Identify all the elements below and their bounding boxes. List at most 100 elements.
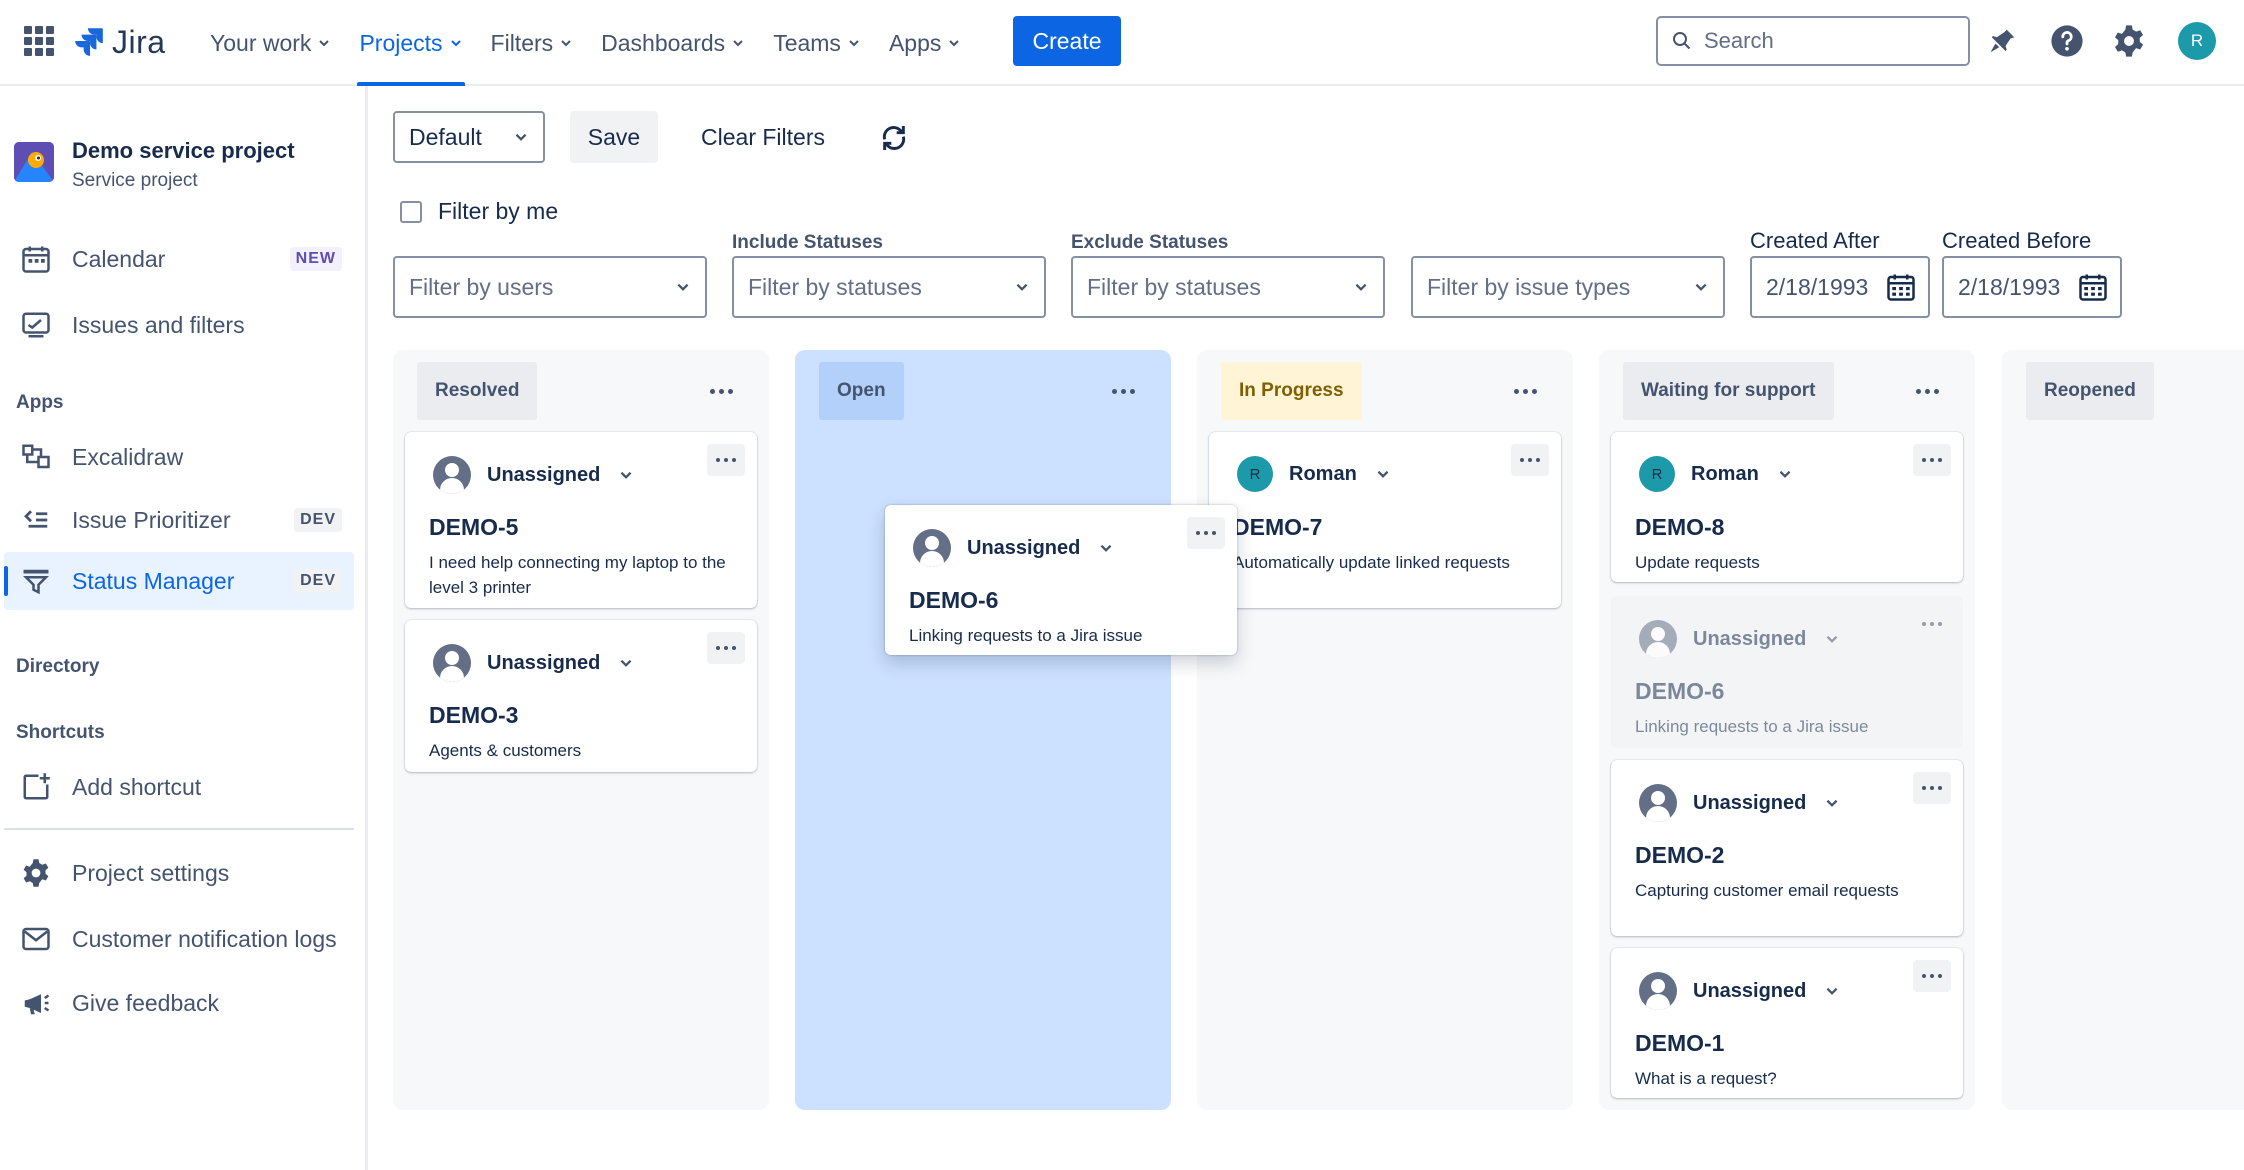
issue-types-select[interactable]: Filter by issue types bbox=[1411, 256, 1725, 318]
include-statuses-label: Include Statuses bbox=[732, 232, 883, 253]
nav-projects[interactable]: Projects bbox=[345, 0, 476, 86]
sidebar-item-calendar[interactable]: Calendar NEW bbox=[4, 230, 354, 288]
sidebar-item-issues-and-filters[interactable]: Issues and filters bbox=[4, 296, 354, 354]
project-avatar-icon bbox=[14, 142, 54, 182]
card-more-icon[interactable] bbox=[707, 632, 745, 664]
assignee-select[interactable]: Unassigned bbox=[1639, 972, 1840, 1010]
calendar-icon[interactable] bbox=[1886, 272, 1916, 302]
card-more-icon[interactable] bbox=[1511, 444, 1549, 476]
issue-key[interactable]: DEMO-5 bbox=[429, 514, 518, 541]
card-more-icon[interactable] bbox=[1913, 444, 1951, 476]
create-button[interactable]: Create bbox=[1013, 16, 1121, 66]
more-icon[interactable] bbox=[1509, 376, 1541, 406]
calendar-icon[interactable] bbox=[2078, 272, 2108, 302]
view-select[interactable]: Default bbox=[393, 111, 545, 163]
megaphone-icon bbox=[18, 985, 54, 1021]
search-input[interactable] bbox=[1704, 28, 1944, 54]
issue-key[interactable]: DEMO-2 bbox=[1635, 842, 1724, 869]
more-icon[interactable] bbox=[1107, 376, 1139, 406]
include-statuses-placeholder: Filter by statuses bbox=[748, 273, 922, 300]
issue-summary: Linking requests to a Jira issue bbox=[1635, 717, 1869, 736]
chevron-down-icon bbox=[1355, 283, 1367, 291]
issue-card-demo-6-placeholder: Unassigned DEMO-6 Linking requests to a … bbox=[1611, 596, 1963, 748]
app-switcher-icon[interactable] bbox=[24, 26, 54, 56]
jira-logo[interactable]: Jira bbox=[72, 22, 166, 62]
unassigned-avatar-icon bbox=[433, 456, 471, 494]
unassigned-avatar-icon bbox=[1639, 784, 1677, 822]
created-after-value: 2/18/1993 bbox=[1766, 273, 1869, 300]
nav-teams[interactable]: Teams bbox=[759, 0, 875, 86]
card-more-icon[interactable] bbox=[1913, 772, 1951, 804]
chevron-down-icon bbox=[1826, 635, 1838, 643]
search-field[interactable] bbox=[1656, 16, 1970, 66]
created-after-field[interactable]: 2/18/1993 bbox=[1750, 256, 1930, 318]
issue-key[interactable]: DEMO-3 bbox=[429, 702, 518, 729]
notifications-icon[interactable] bbox=[1984, 22, 2022, 60]
user-avatar[interactable]: R bbox=[2178, 22, 2216, 60]
sidebar-item-give-feedback[interactable]: Give feedback bbox=[4, 974, 354, 1032]
chevron-down-icon bbox=[620, 471, 632, 479]
assignee-select[interactable]: Unassigned bbox=[433, 456, 634, 494]
nav-filters[interactable]: Filters bbox=[477, 0, 588, 86]
issue-card-demo-1[interactable]: Unassigned DEMO-1 What is a request? bbox=[1611, 948, 1963, 1098]
filter-by-me-checkbox[interactable]: Filter by me bbox=[400, 198, 558, 225]
assignee-select[interactable]: Unassigned bbox=[913, 529, 1114, 567]
sidebar-item-label: Excalidraw bbox=[72, 443, 184, 470]
assignee-name: Unassigned bbox=[487, 463, 601, 486]
card-more-icon[interactable] bbox=[1187, 517, 1225, 549]
nav-your-work[interactable]: Your work bbox=[196, 0, 345, 86]
assignee-name: Unassigned bbox=[1693, 979, 1807, 1002]
created-before-field[interactable]: 2/18/1993 bbox=[1942, 256, 2122, 318]
nav-dashboards[interactable]: Dashboards bbox=[587, 0, 759, 86]
sidebar-item-label: Issues and filters bbox=[72, 311, 245, 338]
settings-gear-icon[interactable] bbox=[2110, 22, 2148, 60]
exclude-statuses-select[interactable]: Filter by statuses bbox=[1071, 256, 1385, 318]
chevron-down-icon bbox=[1826, 987, 1838, 995]
issue-key[interactable]: DEMO-1 bbox=[1635, 1030, 1724, 1057]
sidebar-item-label: Issue Prioritizer bbox=[72, 506, 231, 533]
chevron-down-icon bbox=[1100, 544, 1112, 552]
refresh-icon[interactable] bbox=[874, 118, 914, 158]
sidebar-item-add-shortcut[interactable]: Add shortcut bbox=[4, 758, 354, 816]
unassigned-avatar-icon bbox=[913, 529, 951, 567]
issue-card-demo-6-dragging[interactable]: Unassigned DEMO-6 Linking requests to a … bbox=[885, 505, 1237, 655]
assignee-select[interactable]: R Roman bbox=[1639, 456, 1793, 492]
issue-card-demo-8[interactable]: R Roman DEMO-8 Update requests bbox=[1611, 432, 1963, 582]
nav-label: Filters bbox=[490, 29, 554, 56]
sidebar-item-project-settings[interactable]: Project settings bbox=[4, 844, 354, 902]
nav-label: Apps bbox=[888, 29, 942, 56]
sidebar-item-status-manager[interactable]: Status Manager DEV bbox=[4, 552, 354, 610]
assignee-select[interactable]: Unassigned bbox=[433, 644, 634, 682]
issue-card-demo-2[interactable]: Unassigned DEMO-2 Capturing customer ema… bbox=[1611, 760, 1963, 936]
nav-apps[interactable]: Apps bbox=[875, 0, 975, 86]
issue-card-demo-5[interactable]: Unassigned DEMO-5 I need help connecting… bbox=[405, 432, 757, 608]
assignee-select[interactable]: R Roman bbox=[1237, 456, 1391, 492]
more-icon[interactable] bbox=[705, 376, 737, 406]
sidebar-item-customer-notification-logs[interactable]: Customer notification logs bbox=[4, 910, 354, 968]
sidebar-item-issue-prioritizer[interactable]: Issue Prioritizer DEV bbox=[4, 491, 354, 549]
help-icon[interactable] bbox=[2048, 22, 2086, 60]
assignee-name: Roman bbox=[1691, 462, 1759, 485]
card-more-icon[interactable] bbox=[1913, 960, 1951, 992]
sidebar-item-excalidraw[interactable]: Excalidraw bbox=[4, 428, 354, 486]
issue-card-demo-3[interactable]: Unassigned DEMO-3 Agents & customers bbox=[405, 620, 757, 772]
clear-filters-button[interactable]: Clear Filters bbox=[682, 111, 844, 163]
issue-card-demo-7[interactable]: R Roman DEMO-7 Automatically update link… bbox=[1209, 432, 1561, 608]
directory-heading[interactable]: Directory bbox=[16, 656, 99, 678]
project-header[interactable]: Demo service project Service project bbox=[14, 138, 295, 192]
issue-summary: Automatically update linked requests bbox=[1233, 553, 1510, 572]
checkbox-box[interactable] bbox=[400, 200, 422, 223]
more-icon[interactable] bbox=[1911, 376, 1943, 406]
include-statuses-select[interactable]: Filter by statuses bbox=[732, 256, 1046, 318]
users-filter-select[interactable]: Filter by users bbox=[393, 256, 707, 318]
issue-key[interactable]: DEMO-8 bbox=[1635, 514, 1724, 541]
card-more-icon[interactable] bbox=[707, 444, 745, 476]
column-header: In Progress bbox=[1221, 362, 1362, 420]
issue-summary: Update requests bbox=[1635, 553, 1760, 572]
assignee-select[interactable]: Unassigned bbox=[1639, 784, 1840, 822]
chevron-down-icon bbox=[515, 133, 527, 141]
issue-key[interactable]: DEMO-6 bbox=[909, 587, 998, 614]
save-button[interactable]: Save bbox=[570, 111, 658, 163]
issue-key[interactable]: DEMO-7 bbox=[1233, 514, 1322, 541]
nav-label: Teams bbox=[773, 29, 841, 56]
